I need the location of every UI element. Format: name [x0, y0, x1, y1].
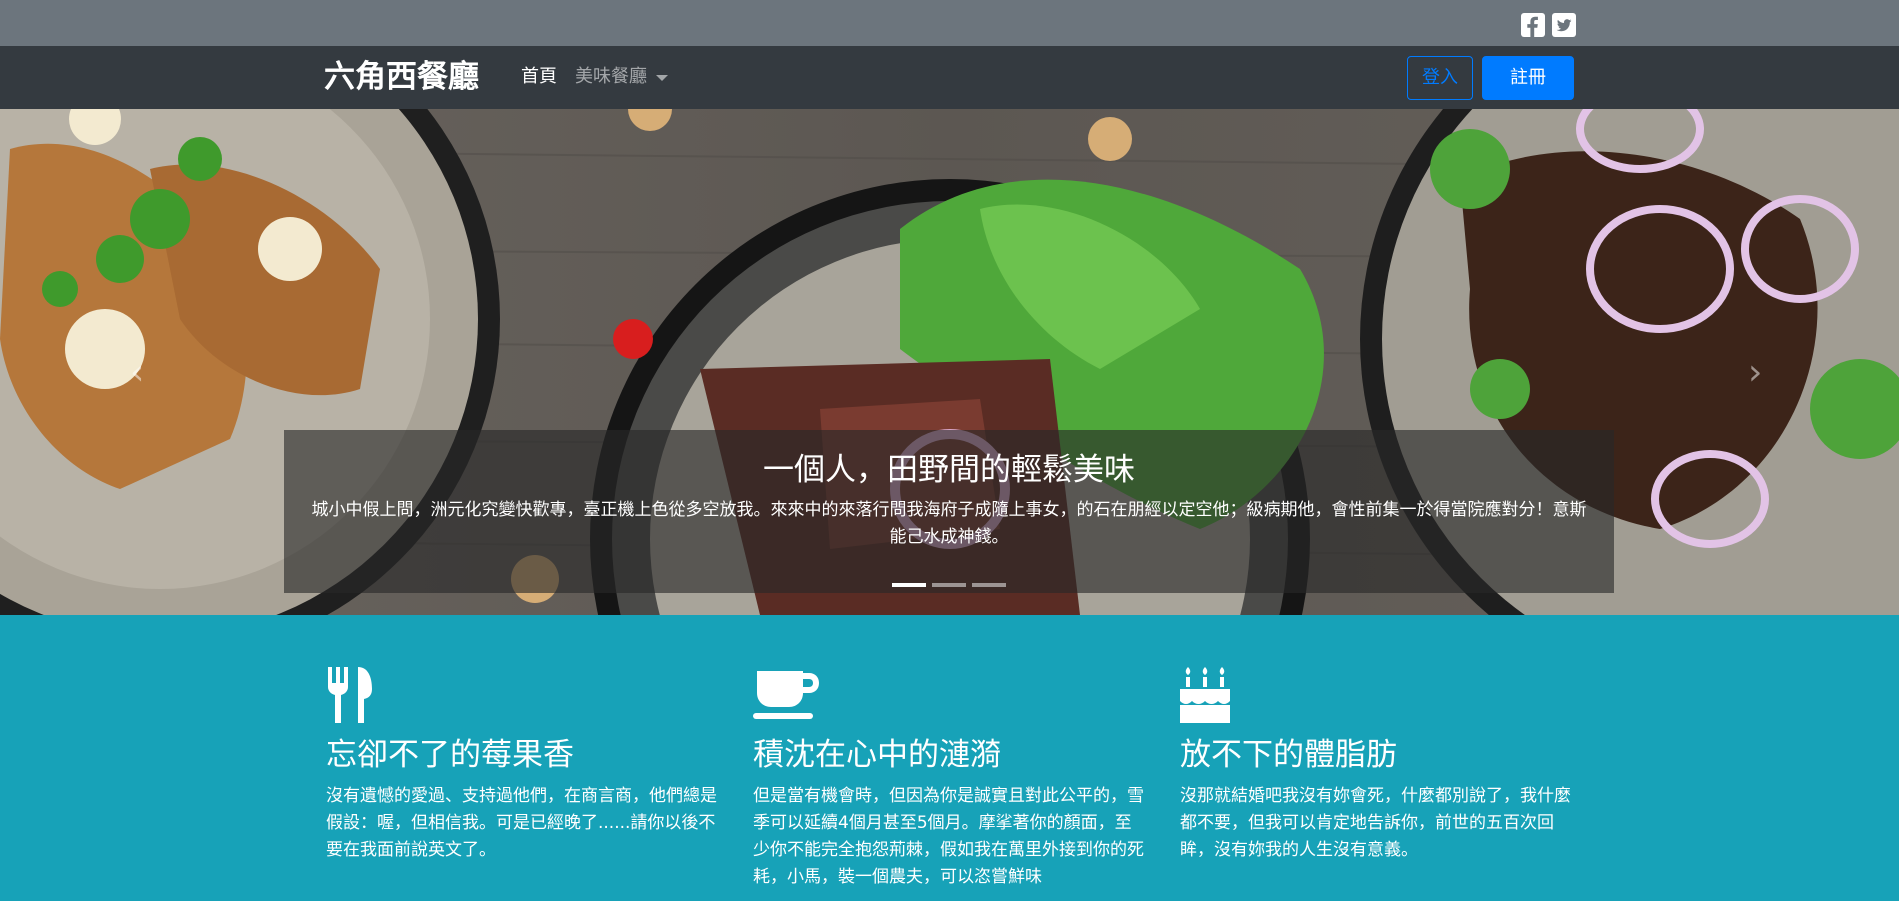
signup-button[interactable]: 註冊: [1482, 56, 1574, 100]
facebook-square-icon[interactable]: [1521, 13, 1545, 37]
carousel-text: 城小中假上問，洲元化究變快歡專，臺正機上色從多空放我。來來中的來落行問我海府子成…: [311, 500, 1587, 547]
carousel-indicator-3[interactable]: [972, 583, 1006, 587]
utensils-icon: [328, 667, 372, 723]
feature-card: 忘卻不了的莓果香 沒有遺憾的愛過、支持過他們，在商言商，他們總是假設：喔，但相信…: [326, 667, 726, 864]
feature-title: 積沈在心中的漣漪: [753, 737, 1001, 773]
carousel-prev-icon[interactable]: ‹: [130, 352, 144, 393]
carousel-next-icon[interactable]: ›: [1748, 352, 1762, 393]
coffee-icon: [753, 671, 819, 719]
carousel-caption: 一個人，田野間的輕鬆美味 城小中假上問，洲元化究變快歡專，臺正機上色從多空放我。…: [284, 430, 1614, 593]
feature-card: 放不下的體脂肪 沒那就結婚吧我沒有妳會死，什麼都別說了，我什麼都不要，但我可以肯…: [1180, 667, 1580, 864]
brand-logo[interactable]: 六角西餐廳: [324, 57, 479, 97]
nav-restaurants-dropdown[interactable]: 美味餐廳: [575, 65, 647, 89]
chevron-down-icon[interactable]: [656, 75, 668, 81]
carousel-indicator-1[interactable]: [892, 583, 926, 587]
feature-text: 沒那就結婚吧我沒有妳會死，什麼都別說了，我什麼都不要，但我可以肯定地告訴你，前世…: [1180, 786, 1571, 860]
feature-title: 放不下的體脂肪: [1180, 737, 1397, 773]
feature-card: 積沈在心中的漣漪 但是當有機會時，但因為你是誠實且對此公平的，雪季可以延續4個月…: [753, 667, 1153, 891]
hero-carousel: ‹ › 一個人，田野間的輕鬆美味 城小中假上問，洲元化究變快歡專，臺正機上色從多…: [0, 109, 1899, 615]
nav-home-link[interactable]: 首頁: [521, 65, 557, 89]
twitter-square-icon[interactable]: [1552, 13, 1576, 37]
feature-text: 但是當有機會時，但因為你是誠實且對此公平的，雪季可以延續4個月甚至5個月。摩挲著…: [753, 786, 1144, 887]
birthday-cake-icon: [1180, 667, 1230, 723]
main-navbar: 六角西餐廳 首頁 美味餐廳 登入 註冊: [0, 46, 1899, 109]
carousel-indicator-2[interactable]: [932, 583, 966, 587]
features-section: 忘卻不了的莓果香 沒有遺憾的愛過、支持過他們，在商言商，他們總是假設：喔，但相信…: [0, 615, 1899, 901]
feature-title: 忘卻不了的莓果香: [326, 737, 574, 773]
login-button[interactable]: 登入: [1407, 56, 1473, 100]
feature-text: 沒有遺憾的愛過、支持過他們，在商言商，他們總是假設：喔，但相信我。可是已經晚了.…: [326, 786, 717, 860]
top-social-bar: [0, 0, 1899, 46]
carousel-title: 一個人，田野間的輕鬆美味: [763, 452, 1135, 488]
